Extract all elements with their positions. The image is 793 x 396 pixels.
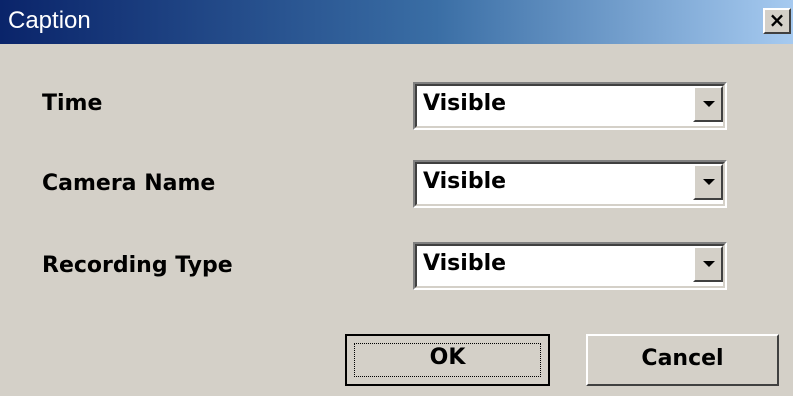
time-select[interactable]: Visible [413, 82, 727, 130]
chevron-down-icon [703, 179, 715, 185]
close-icon: × [768, 8, 786, 32]
window-title: Caption [8, 7, 91, 34]
chevron-down-icon [703, 101, 715, 107]
camera-name-select-value: Visible [423, 169, 507, 194]
time-label: Time [42, 91, 103, 116]
cancel-button-label: Cancel [641, 346, 724, 371]
recording-type-dropdown-button[interactable] [693, 246, 723, 282]
recording-type-select[interactable]: Visible [413, 242, 727, 290]
cancel-button[interactable]: Cancel [586, 334, 779, 386]
camera-name-select[interactable]: Visible [413, 160, 727, 208]
camera-name-label: Camera Name [42, 171, 216, 196]
ok-button-label: OK [429, 345, 466, 370]
title-bar[interactable]: Caption × [0, 0, 793, 44]
time-dropdown-button[interactable] [693, 86, 723, 122]
recording-type-label: Recording Type [42, 253, 233, 278]
caption-dialog: Caption × Time Visible Camera Name Visib… [0, 0, 793, 396]
camera-name-dropdown-button[interactable] [693, 164, 723, 200]
ok-button[interactable]: OK [345, 334, 550, 386]
time-select-value: Visible [423, 91, 507, 116]
recording-type-select-value: Visible [423, 251, 507, 276]
chevron-down-icon [703, 261, 715, 267]
close-button[interactable]: × [763, 8, 791, 34]
